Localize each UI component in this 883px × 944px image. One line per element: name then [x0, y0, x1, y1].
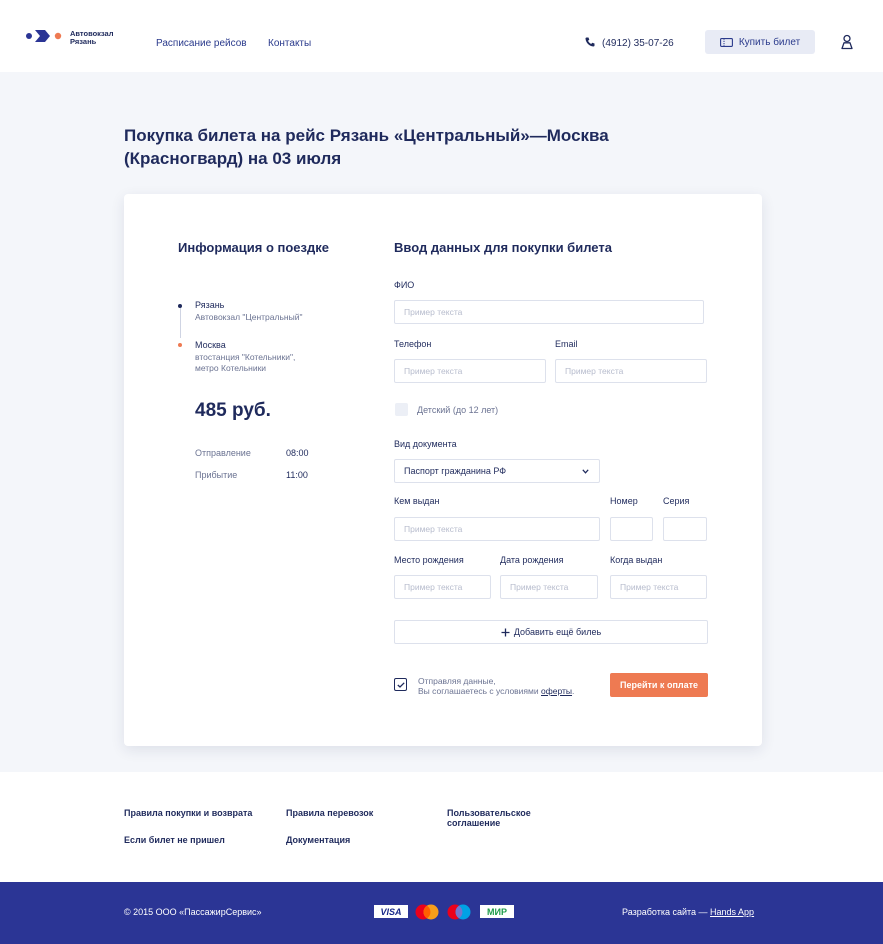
page-title: Покупка билета на рейс Рязань «Центральн…	[124, 126, 609, 168]
phone-icon	[585, 37, 595, 47]
agree-line2: Вы соглашаетесь с условиями	[418, 686, 539, 696]
user-icon[interactable]	[840, 34, 854, 50]
stop-to-sub-2: метро Котельники	[195, 363, 267, 373]
arrival-label: Прибытие	[195, 470, 238, 480]
doc-type-label: Вид документа	[394, 439, 457, 449]
ticket-price: 485 руб.	[195, 400, 271, 421]
number-label: Номер	[610, 496, 638, 506]
developer-prefix: Разработка сайта —	[622, 907, 711, 917]
child-label: Детский (до 12 лет)	[417, 405, 499, 415]
series-label: Серия	[663, 496, 690, 506]
footer-link-transport-rules[interactable]: Правила перевозок	[286, 808, 373, 818]
agree-checkbox[interactable]	[394, 678, 407, 691]
phone-number[interactable]: (4912) 35-07-26	[602, 38, 674, 49]
child-checkbox[interactable]	[395, 403, 408, 416]
stop-to-name: Москва	[195, 340, 226, 350]
phone-label: Телефон	[394, 339, 432, 349]
footer-bar: © 2015 ООО «ПассажирСервис» VISA МИР Раз…	[0, 882, 883, 944]
logo-line2: Рязань	[70, 37, 97, 46]
route-end-dot	[178, 343, 182, 347]
offer-link[interactable]: оферты	[541, 686, 572, 696]
birthdate-label: Дата рождения	[500, 555, 564, 565]
user-agreement-line2: соглашение	[447, 818, 501, 828]
fio-input[interactable]: Пример текста	[394, 300, 704, 324]
header: Автовокзал Рязань Расписание рейсов Конт…	[0, 0, 883, 72]
visa-logo: VISA	[374, 905, 408, 918]
add-ticket-button[interactable]: Добавить ещё билеь	[394, 620, 708, 644]
buy-ticket-button[interactable]: Купить билет	[705, 30, 815, 54]
stop-to-sub-1: втостанция "Котельники",	[195, 352, 296, 362]
fio-label: ФИО	[394, 280, 415, 290]
maestro-icon	[447, 904, 471, 920]
birthplace-label: Место рождения	[394, 555, 464, 565]
pay-button[interactable]: Перейти к оплате	[610, 673, 708, 697]
logo-text[interactable]: Автовокзал Рязань	[70, 30, 114, 46]
arrival-time: 11:00	[286, 470, 308, 480]
add-ticket-label: Добавить ещё билеь	[513, 627, 602, 637]
developer-link[interactable]: Hands App	[710, 907, 754, 917]
doc-type-value: Паспорт гражданина РФ	[404, 466, 507, 476]
issued-when-input[interactable]: Пример текста	[610, 575, 707, 599]
stop-from-sub: Автовокзал "Центральный"	[195, 312, 303, 322]
stop-from-name: Рязань	[195, 300, 225, 310]
purchase-card: Информация о поездке Рязань Автовокзал "…	[124, 194, 762, 746]
form-title: Ввод данных для покупки билета	[394, 240, 612, 255]
footer-link-ticket-not-received[interactable]: Если билет не пришел	[124, 835, 225, 845]
issued-by-label: Кем выдан	[394, 496, 440, 506]
birthdate-input[interactable]: Пример текста	[500, 575, 598, 599]
footer-links: Правила покупки и возврата Правила перев…	[0, 772, 883, 882]
nav-schedule[interactable]: Расписание рейсов	[156, 38, 247, 49]
mastercard-icon	[415, 904, 439, 920]
mir-logo: МИР	[480, 905, 514, 918]
issued-when-label: Когда выдан	[610, 555, 663, 565]
buy-ticket-label: Купить билет	[738, 36, 801, 48]
copyright: © 2015 ООО «ПассажирСервис»	[124, 907, 262, 917]
ticket-icon	[719, 37, 733, 47]
plus-icon	[501, 628, 510, 636]
trip-info-title: Информация о поездке	[178, 240, 329, 255]
departure-time: 08:00	[286, 448, 309, 458]
user-agreement-line1: Пользовательское	[447, 808, 531, 818]
agree-text: Отправляя данные, Вы соглашаетесь с усло…	[418, 676, 574, 696]
birthplace-input[interactable]: Пример текста	[394, 575, 491, 599]
number-input[interactable]	[610, 517, 653, 541]
route-line	[180, 308, 181, 338]
departure-label: Отправление	[195, 448, 251, 458]
agree-dot: .	[572, 686, 575, 696]
series-input[interactable]	[663, 517, 707, 541]
doc-type-select[interactable]: Паспорт гражданина РФ	[394, 459, 600, 483]
checkmark-icon	[396, 681, 405, 688]
logo-icon[interactable]	[24, 28, 64, 44]
chevron-down-icon	[582, 469, 589, 474]
footer-link-purchase-rules[interactable]: Правила покупки и возврата	[124, 808, 252, 818]
developer-credit: Разработка сайта — Hands App	[622, 907, 754, 917]
email-input[interactable]: Пример текста	[555, 359, 707, 383]
route-start-dot	[178, 304, 182, 308]
issued-by-input[interactable]: Пример текста	[394, 517, 600, 541]
footer-link-user-agreement[interactable]: Пользовательское соглашение	[447, 808, 531, 828]
nav-contacts[interactable]: Контакты	[268, 38, 311, 49]
phone-input[interactable]: Пример текста	[394, 359, 546, 383]
agree-line1: Отправляя данные,	[418, 676, 496, 686]
email-label: Email	[555, 339, 578, 349]
footer-link-documentation[interactable]: Документация	[286, 835, 350, 845]
